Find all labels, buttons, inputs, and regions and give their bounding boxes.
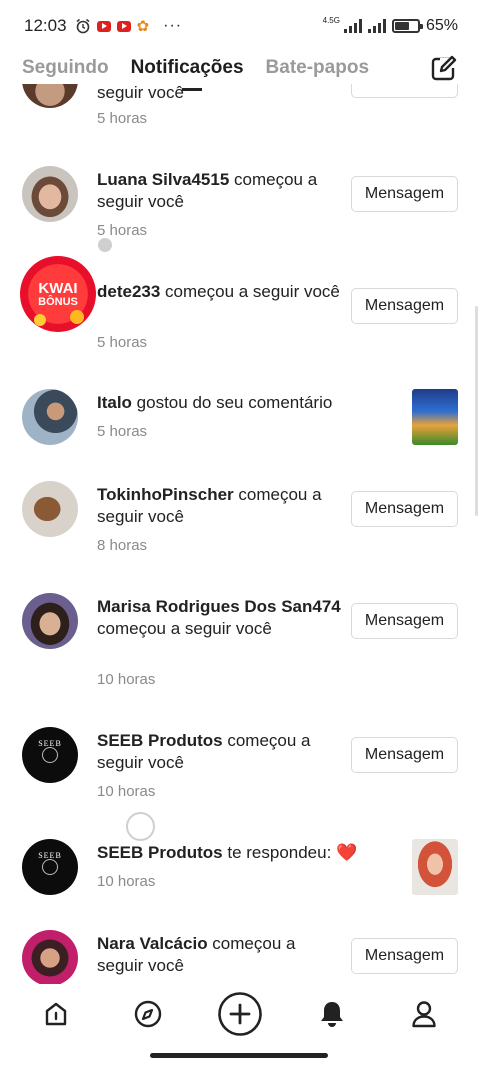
avatar[interactable]: SEEB bbox=[22, 839, 78, 895]
message-button[interactable]: Mensagem bbox=[351, 603, 458, 639]
message-button[interactable]: Mensagem bbox=[351, 288, 458, 324]
bell-icon bbox=[321, 1002, 343, 1027]
battery-percent: 65% bbox=[425, 17, 458, 34]
notification-user[interactable]: TokinhoPinscher bbox=[97, 485, 234, 504]
kwai-badge-text: BÔNUS bbox=[38, 295, 78, 308]
seeb-logo-text: SEEB bbox=[38, 851, 62, 860]
notification-user[interactable]: Nara Valcácio bbox=[97, 934, 208, 953]
post-thumbnail[interactable] bbox=[412, 389, 458, 445]
profile-icon bbox=[412, 1001, 436, 1028]
notification-text: começou a seguir você bbox=[97, 619, 272, 638]
seeb-logo-text: SEEB bbox=[38, 739, 62, 748]
nav-explore[interactable] bbox=[124, 990, 172, 1038]
notification-text: gostou do seu comentário bbox=[131, 393, 333, 412]
notification-time: 10 horas bbox=[97, 873, 156, 890]
notification-time: 5 horas bbox=[97, 423, 148, 440]
youtube-icon bbox=[96, 20, 111, 32]
alarm-icon bbox=[76, 18, 90, 34]
notification-time: 5 horas bbox=[97, 110, 148, 127]
top-tabs: Seguindo Notificações Bate-papos bbox=[0, 52, 480, 84]
notification-text: seguir você bbox=[97, 84, 184, 102]
home-indicator[interactable] bbox=[150, 1053, 328, 1058]
message-button[interactable]: Mensagem bbox=[351, 491, 458, 527]
notification-user[interactable]: SEEB Produtos bbox=[97, 731, 223, 750]
avatar[interactable] bbox=[22, 481, 78, 537]
notification-time: 10 horas bbox=[97, 783, 156, 800]
avatar[interactable]: SEEB bbox=[22, 727, 78, 783]
notification-text: te respondeu: bbox=[222, 843, 337, 862]
notification-time: 10 horas bbox=[97, 671, 156, 688]
edit-icon[interactable] bbox=[430, 54, 458, 82]
nav-home[interactable] bbox=[32, 990, 80, 1038]
status-bar: 12:03 ✿ ··· 4.5G 65% bbox=[0, 0, 480, 52]
avatar[interactable] bbox=[22, 84, 78, 108]
notification-user[interactable]: Luana Silva4515 bbox=[97, 170, 229, 189]
add-icon bbox=[218, 992, 262, 1036]
notification-user[interactable]: Italo bbox=[97, 393, 132, 412]
home-icon bbox=[45, 1002, 67, 1026]
avatar[interactable] bbox=[22, 930, 78, 984]
signal-icon bbox=[367, 19, 386, 33]
notification-text: começou a seguir você bbox=[160, 282, 340, 301]
notification-user[interactable]: SEEB Produtos bbox=[97, 843, 223, 862]
coin-icon bbox=[34, 314, 46, 326]
battery-icon bbox=[391, 19, 423, 33]
signal-icon bbox=[343, 19, 362, 33]
notification-time: 5 horas bbox=[97, 334, 148, 351]
scrollbar[interactable] bbox=[475, 306, 478, 516]
compass-icon bbox=[134, 1000, 162, 1028]
avatar[interactable] bbox=[22, 593, 78, 649]
more-notifications-icon: ··· bbox=[163, 17, 183, 34]
nav-profile[interactable] bbox=[400, 990, 448, 1038]
touch-indicator bbox=[98, 238, 112, 252]
reply-thumbnail[interactable] bbox=[412, 839, 458, 895]
coin-icon bbox=[70, 310, 84, 324]
tab-indicator bbox=[182, 88, 202, 91]
message-button[interactable]: Mensagem bbox=[351, 737, 458, 773]
nav-notifications[interactable] bbox=[308, 990, 356, 1038]
loading-spinner bbox=[126, 812, 155, 841]
network-type: 4.5G bbox=[322, 15, 340, 25]
seeb-logo-icon bbox=[42, 859, 58, 875]
tab-notificacoes[interactable]: Notificações bbox=[131, 57, 244, 79]
avatar[interactable] bbox=[22, 389, 78, 445]
youtube-icon bbox=[116, 20, 131, 32]
flower-icon: ✿ bbox=[136, 18, 150, 35]
notification-user[interactable]: dete233 bbox=[97, 282, 160, 301]
avatar[interactable]: KWAI BÔNUS bbox=[20, 256, 96, 332]
avatar[interactable] bbox=[22, 166, 78, 222]
notification-user[interactable]: Marisa Rodrigues Dos San474 bbox=[97, 597, 341, 616]
message-button[interactable]: Mensagem bbox=[351, 938, 458, 974]
tab-seguindo[interactable]: Seguindo bbox=[22, 57, 109, 79]
tab-bate-papos[interactable]: Bate-papos bbox=[266, 57, 369, 79]
heart-icon: ❤️ bbox=[336, 843, 358, 862]
seeb-logo-icon bbox=[42, 747, 58, 763]
message-button[interactable] bbox=[351, 84, 458, 98]
nav-create[interactable] bbox=[216, 990, 264, 1038]
status-time: 12:03 bbox=[24, 16, 67, 35]
notification-time: 5 horas bbox=[97, 222, 148, 239]
message-button[interactable]: Mensagem bbox=[351, 176, 458, 212]
kwai-badge-text: KWAI bbox=[38, 279, 78, 297]
notification-time: 8 horas bbox=[97, 537, 148, 554]
notifications-feed[interactable]: seguir você 5 horas Luana Silva4515 come… bbox=[0, 84, 480, 984]
bottom-nav bbox=[0, 984, 480, 1044]
